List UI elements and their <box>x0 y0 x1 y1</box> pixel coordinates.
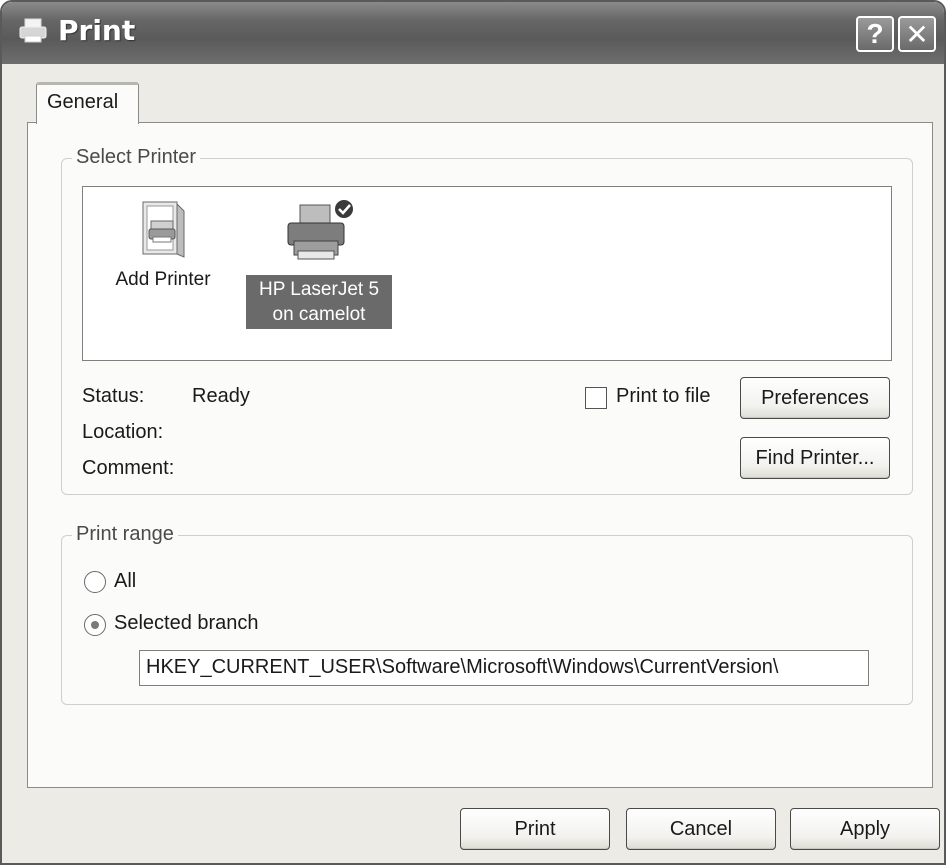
printer-item-hp-laserjet[interactable]: HP LaserJet 5 on camelot <box>246 197 392 329</box>
radio-all[interactable] <box>84 571 106 593</box>
printer-icon <box>287 198 355 260</box>
preferences-button[interactable]: Preferences <box>740 377 890 419</box>
radio-all-label[interactable]: All <box>114 570 136 593</box>
close-button[interactable]: ✕ <box>898 16 936 52</box>
add-printer-icon <box>142 201 185 258</box>
radio-selected-branch[interactable] <box>84 614 106 636</box>
printer-list[interactable]: Add Printer HP LaserJet 5 on camelot <box>82 186 892 361</box>
branch-path-field[interactable]: HKEY_CURRENT_USER\Software\Microsoft\Win… <box>139 650 869 686</box>
comment-label: Comment: <box>82 457 175 479</box>
radio-selected-branch-label[interactable]: Selected branch <box>114 612 259 635</box>
location-label: Location: <box>82 421 164 443</box>
help-icon: ? <box>866 18 884 49</box>
tab-general-label: General <box>47 91 119 113</box>
print-range-legend: Print range <box>72 523 178 546</box>
close-icon: ✕ <box>905 18 929 50</box>
help-button[interactable]: ? <box>856 16 894 52</box>
selected-printer-label: HP LaserJet 5 on camelot <box>246 275 392 329</box>
tab-general[interactable]: General <box>36 82 139 124</box>
print-range-group: Print range All Selected branch HKEY_CUR… <box>61 523 913 705</box>
cancel-button[interactable]: Cancel <box>626 808 776 850</box>
printer-icon <box>19 18 47 43</box>
status-label: Status: <box>82 385 145 407</box>
status-value: Ready <box>192 385 250 407</box>
print-button[interactable]: Print <box>460 808 610 850</box>
add-printer-label: Add Printer <box>115 269 211 290</box>
select-printer-legend: Select Printer <box>72 146 201 169</box>
print-to-file-label[interactable]: Print to file <box>616 385 710 408</box>
print-to-file-checkbox[interactable] <box>585 387 607 409</box>
window-title: Print <box>58 14 136 47</box>
general-tab-panel: Select Printer Add Printer HP LaserJet 5… <box>27 122 933 788</box>
select-printer-group: Select Printer Add Printer HP LaserJet 5… <box>61 146 913 495</box>
printer-item-add-printer[interactable]: Add Printer <box>103 199 223 292</box>
apply-button[interactable]: Apply <box>790 808 940 850</box>
print-dialog: Print ? ✕ General Select Printer Add Pri… <box>0 0 946 865</box>
find-printer-button[interactable]: Find Printer... <box>740 437 890 479</box>
title-bar[interactable]: Print ? ✕ <box>2 2 944 64</box>
